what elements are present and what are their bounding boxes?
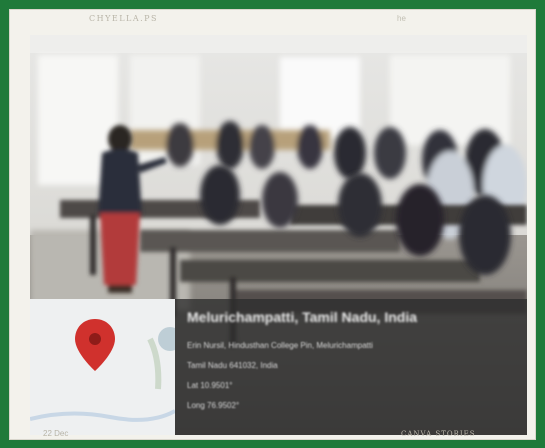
address-line: Erin Nursil, Hindusthan College Pin, Mel…	[187, 341, 373, 350]
map-thumbnail	[30, 299, 175, 435]
latitude-line: Lat 10.9501°	[187, 381, 233, 390]
footer-left-text: 22 Dec	[43, 429, 69, 438]
classroom-photo: Melurichampatti, Tamil Nadu, India Erin …	[30, 35, 527, 435]
map-pin-icon	[75, 319, 115, 371]
top-corner-mark: he	[397, 14, 406, 23]
footer-right-text: CANVA STORIES	[401, 430, 476, 438]
location-title: Melurichampatti, Tamil Nadu, India	[187, 309, 417, 325]
longitude-line: Long 76.9502°	[187, 401, 240, 410]
geotag-overlay: Melurichampatti, Tamil Nadu, India Erin …	[175, 299, 527, 435]
photo-frame: CHYELLA.PS he Melurichampatti, Tamil Nad…	[9, 9, 536, 440]
top-caption: CHYELLA.PS	[89, 14, 159, 23]
region-line: Tamil Nadu 641032, India	[187, 361, 278, 370]
